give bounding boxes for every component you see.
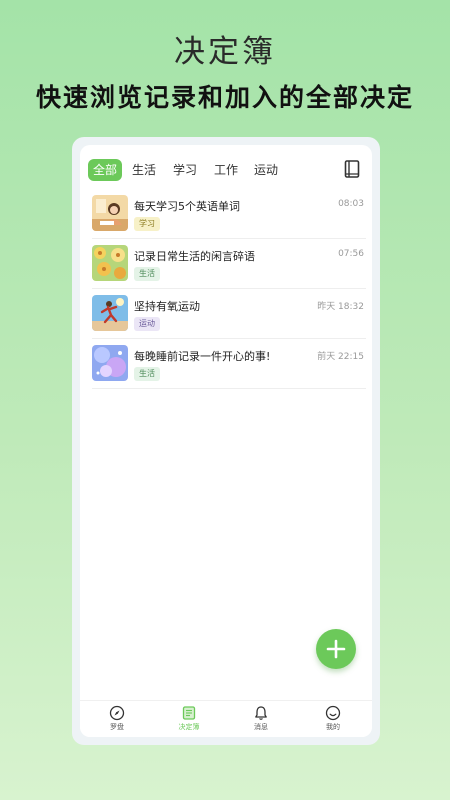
compass-icon xyxy=(109,705,125,721)
nav-label: 决定簿 xyxy=(178,723,200,731)
entry-title: 每晚睡前记录一件开心的事! xyxy=(134,350,271,363)
promo-title: 决定簿 xyxy=(174,34,276,70)
tab-life[interactable]: 生活 xyxy=(132,159,156,181)
promo-subtitle: 快速浏览记录和加入的全部决定 xyxy=(35,83,414,112)
entry-title: 每天学习5个英语单词 xyxy=(134,200,240,213)
flowers-image xyxy=(92,245,128,281)
tab-all[interactable]: 全部 xyxy=(88,159,123,181)
nav-label: 消息 xyxy=(254,723,268,731)
entry-title: 坚持有氧运动 xyxy=(134,300,200,313)
tab-sport[interactable]: 运动 xyxy=(254,159,278,181)
nav-mine[interactable]: 我的 xyxy=(308,705,358,732)
runner-image xyxy=(92,295,128,331)
app-screen: 全部 生活 学习 工作 运动 每天学习5个英语单词 08:03 学习 记录日常生… xyxy=(80,145,372,737)
nav-messages[interactable]: 消息 xyxy=(236,705,286,732)
nav-label: 我的 xyxy=(326,723,340,731)
plus-icon xyxy=(326,639,346,659)
entry-title: 记录日常生活的闲言碎语 xyxy=(134,250,255,263)
book-icon[interactable] xyxy=(342,158,362,180)
entry-tag: 生活 xyxy=(134,367,160,381)
entry-tag: 学习 xyxy=(134,217,160,231)
entry-tag: 运动 xyxy=(134,317,160,331)
bottom-nav: 罗盘 决定簿 消息 我的 xyxy=(80,700,372,737)
tab-study[interactable]: 学习 xyxy=(173,159,197,181)
entry-time: 昨天 18:32 xyxy=(317,302,364,312)
list-item[interactable]: 记录日常生活的闲言碎语 07:56 生活 xyxy=(92,240,366,289)
category-tabbar: 全部 生活 学习 工作 运动 xyxy=(80,156,372,184)
entry-time: 前天 22:15 xyxy=(317,352,364,362)
entry-time: 08:03 xyxy=(338,199,364,209)
nav-notebook[interactable]: 决定簿 xyxy=(164,705,214,732)
entry-tag: 生活 xyxy=(134,267,160,281)
night-dream-image xyxy=(92,345,128,381)
girl-studying-image xyxy=(92,195,128,231)
nav-compass[interactable]: 罗盘 xyxy=(92,705,142,732)
add-entry-button[interactable] xyxy=(316,629,356,669)
list-item[interactable]: 每天学习5个英语单词 08:03 学习 xyxy=(92,190,366,239)
phone-frame: 全部 生活 学习 工作 运动 每天学习5个英语单词 08:03 学习 记录日常生… xyxy=(72,137,380,745)
entry-list: 每天学习5个英语单词 08:03 学习 记录日常生活的闲言碎语 07:56 生活… xyxy=(92,190,366,390)
list-item[interactable]: 每晚睡前记录一件开心的事! 前天 22:15 生活 xyxy=(92,340,366,389)
list-item[interactable]: 坚持有氧运动 昨天 18:32 运动 xyxy=(92,290,366,339)
tab-work[interactable]: 工作 xyxy=(214,159,238,181)
notebook-icon xyxy=(182,706,196,720)
smiley-icon xyxy=(325,705,341,721)
bell-icon xyxy=(255,706,267,720)
nav-label: 罗盘 xyxy=(110,723,124,731)
entry-time: 07:56 xyxy=(338,249,364,259)
